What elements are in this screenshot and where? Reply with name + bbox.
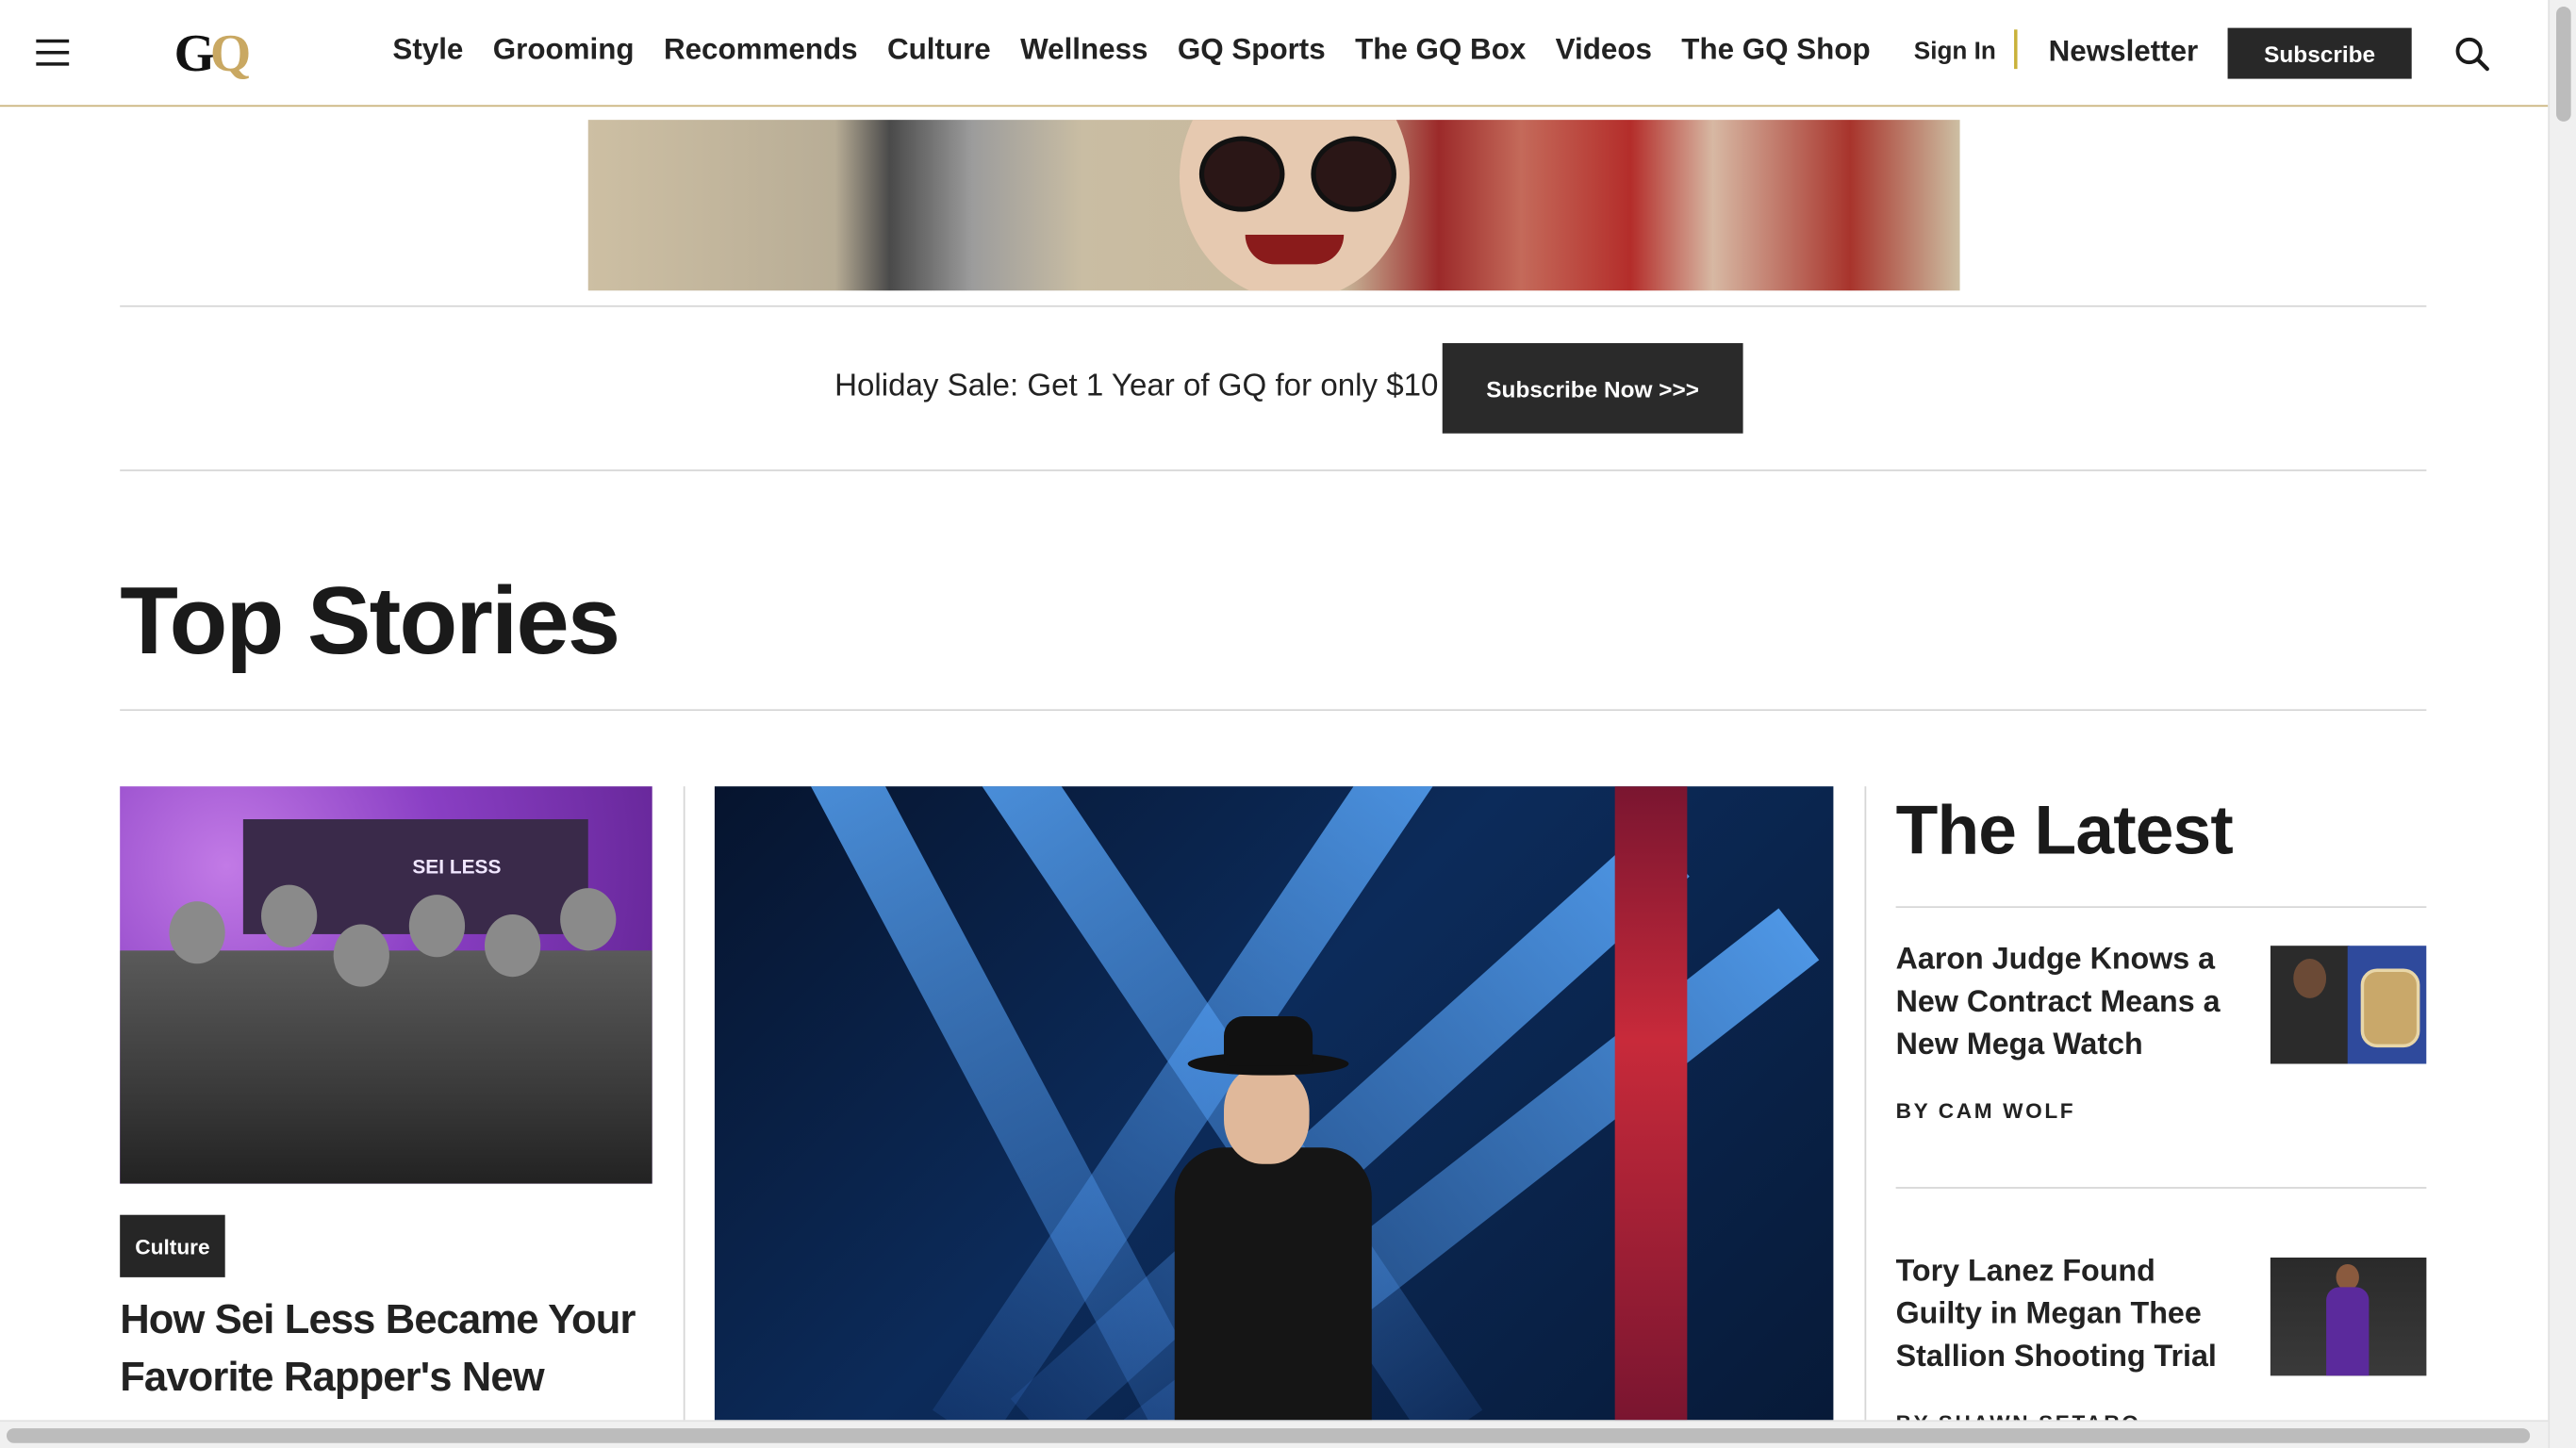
browser-viewport: GQ Style Grooming Recommends Culture Wel…	[0, 0, 2576, 1448]
nav-item-gq-shop[interactable]: The GQ Shop	[1681, 33, 1870, 68]
gq-logo[interactable]: GQ	[174, 26, 251, 79]
image-person	[333, 924, 389, 987]
stage-red-panel	[1614, 786, 1688, 1421]
story-headline[interactable]: How Sei Less Became Your Favorite Rapper…	[120, 1292, 646, 1407]
latest-item-thumbnail[interactable]	[2270, 1257, 2427, 1376]
nav-item-gq-box[interactable]: The GQ Box	[1355, 33, 1526, 68]
image-person	[484, 914, 541, 978]
nav-item-style[interactable]: Style	[392, 33, 463, 68]
promo-text: Holiday Sale: Get 1 Year of GQ for only …	[834, 369, 1439, 404]
speaker-head	[1224, 1065, 1310, 1164]
ad-banner[interactable]	[587, 120, 1960, 291]
category-tag[interactable]: Culture	[120, 1214, 225, 1277]
section-rule	[120, 709, 2427, 712]
ad-sunglasses-lens	[1311, 136, 1396, 212]
latest-item-thumbnail[interactable]	[2270, 946, 2427, 1064]
cowboy-hat-crown	[1224, 1015, 1313, 1066]
nav-item-wellness[interactable]: Wellness	[1020, 33, 1148, 68]
vertical-scrollbar[interactable]	[2548, 0, 2576, 1448]
speaker-body	[1174, 1147, 1372, 1421]
image-person	[408, 895, 466, 958]
header-divider	[2014, 29, 2018, 70]
image-person	[261, 884, 318, 947]
thumbnail-person	[2293, 959, 2327, 998]
subscribe-now-button[interactable]: Subscribe Now >>>	[1442, 342, 1743, 434]
menu-icon[interactable]	[36, 39, 70, 66]
ad-mouth-graphic	[1245, 235, 1345, 265]
latest-section-title: The Latest	[1895, 791, 2234, 869]
subscribe-button[interactable]: Subscribe	[2227, 27, 2412, 79]
latest-item-title[interactable]: Tory Lanez Found Guilty in Megan Thee St…	[1896, 1249, 2250, 1377]
nav-item-culture[interactable]: Culture	[887, 33, 991, 68]
thumbnail-suit	[2326, 1287, 2370, 1376]
image-person	[169, 901, 225, 964]
newsletter-link[interactable]: Newsletter	[2049, 35, 2199, 70]
nav-item-videos[interactable]: Videos	[1556, 33, 1652, 68]
promo-top-rule	[120, 304, 2427, 307]
promo-bottom-rule	[120, 469, 2427, 471]
image-crowd	[120, 950, 652, 1184]
latest-item-byline[interactable]: BY CAM WOLF	[1896, 1098, 2076, 1123]
page: GQ Style Grooming Recommends Culture Wel…	[0, 0, 2576, 1448]
nav-item-grooming[interactable]: Grooming	[493, 33, 635, 68]
watch-graphic	[2360, 968, 2420, 1048]
nav-item-gq-sports[interactable]: GQ Sports	[1178, 33, 1326, 68]
site-header: GQ Style Grooming Recommends Culture Wel…	[0, 0, 2549, 107]
vertical-scrollbar-thumb[interactable]	[2556, 6, 2571, 122]
ad-sunglasses-lens	[1198, 136, 1285, 212]
horizontal-scrollbar-thumb[interactable]	[6, 1428, 2531, 1443]
column-divider	[683, 786, 685, 1421]
featured-story-image[interactable]	[714, 786, 1834, 1421]
latest-title-rule	[1895, 906, 2427, 909]
main-nav: Style Grooming Recommends Culture Wellne…	[378, 33, 1886, 68]
section-title: Top Stories	[120, 568, 620, 675]
image-sign-text: SEI LESS	[412, 855, 502, 879]
image-person	[560, 888, 617, 951]
horizontal-scrollbar[interactable]	[0, 1420, 2549, 1448]
story-image-sei-less[interactable]: SEI LESS	[120, 786, 652, 1184]
latest-item-title[interactable]: Aaron Judge Knows a New Contract Means a…	[1896, 937, 2250, 1065]
column-divider	[1864, 786, 1867, 1421]
search-icon[interactable]	[2454, 36, 2490, 72]
latest-item-divider	[1895, 1187, 2427, 1189]
sign-in-link[interactable]: Sign In	[1914, 38, 1996, 66]
nav-item-recommends[interactable]: Recommends	[664, 33, 858, 68]
